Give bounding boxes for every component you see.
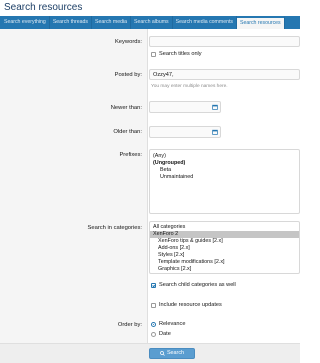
child-categories-checkbox[interactable] [151,283,156,288]
category-option[interactable]: Template modifications [2.x] [150,259,299,266]
search-button-label: Search [166,350,185,356]
newer-than-label: Newer than: [110,105,142,111]
child-categories-label: Search child categories as well [159,282,236,288]
posted-by-hint: You may enter multiple names here. [151,84,228,89]
calendar-icon [211,104,218,110]
page-title: Search resources [4,2,83,13]
older-than-input[interactable] [149,126,221,138]
search-form: Keywords: Search titles only Posted by: … [0,29,300,363]
order-relevance-label: Relevance [159,321,186,327]
tab-search-threads[interactable]: Search threads [50,16,92,29]
order-date-radio[interactable] [151,332,156,337]
search-tabs: Search everything Search threads Search … [0,16,300,29]
calendar-icon [211,129,218,135]
prefix-option[interactable]: Unmaintained [150,174,299,181]
order-by-label: Order by: [117,322,142,328]
older-than-label: Older than: [113,129,142,135]
category-option[interactable]: Graphics [2.x] [150,266,299,273]
label-column [0,29,148,363]
tab-search-albums[interactable]: Search albums [131,16,173,29]
prefix-option[interactable]: Beta [150,167,299,174]
category-option[interactable]: Styles [2.x] [150,252,299,259]
category-option[interactable]: All categories [150,224,299,231]
titles-only-checkbox[interactable] [151,52,156,57]
newer-than-calendar-button[interactable] [210,102,219,112]
category-option[interactable]: XenForo 2 [150,231,299,238]
category-option[interactable]: XenForo tips & guides [2.x] [150,238,299,245]
prefix-option[interactable]: (Any) [150,153,299,160]
prefixes-label: Prefixes: [119,152,142,158]
posted-by-value: Ozzy47, [153,72,174,78]
include-updates-checkbox[interactable] [151,303,156,308]
search-button[interactable]: Search [149,348,195,359]
order-date-label: Date [159,331,171,337]
keywords-input[interactable] [149,36,300,47]
prefixes-select[interactable]: (Any) (Ungrouped) Beta Unmaintained [149,149,300,214]
tab-search-everything[interactable]: Search everything [1,16,50,29]
tab-search-media-comments[interactable]: Search media comments [173,16,237,29]
tab-search-media[interactable]: Search media [92,16,132,29]
category-option[interactable]: Add-ons [2.x] [150,245,299,252]
search-icon [160,351,165,356]
categories-select[interactable]: All categories XenForo 2 XenForo tips & … [149,221,300,274]
older-than-calendar-button[interactable] [210,127,219,137]
posted-by-label: Posted by: [114,72,142,78]
titles-only-label: Search titles only [159,51,202,57]
tab-search-resources[interactable]: Search resources [237,16,285,29]
include-updates-label: Include resource updates [159,302,222,308]
newer-than-input[interactable] [149,101,221,113]
prefix-option[interactable]: (Ungrouped) [150,160,299,167]
posted-by-input[interactable]: Ozzy47, [149,69,300,80]
categories-label: Search in categories: [87,225,142,231]
order-relevance-radio[interactable] [151,322,156,327]
keywords-label: Keywords: [114,39,142,45]
submit-row: Search [0,343,300,363]
